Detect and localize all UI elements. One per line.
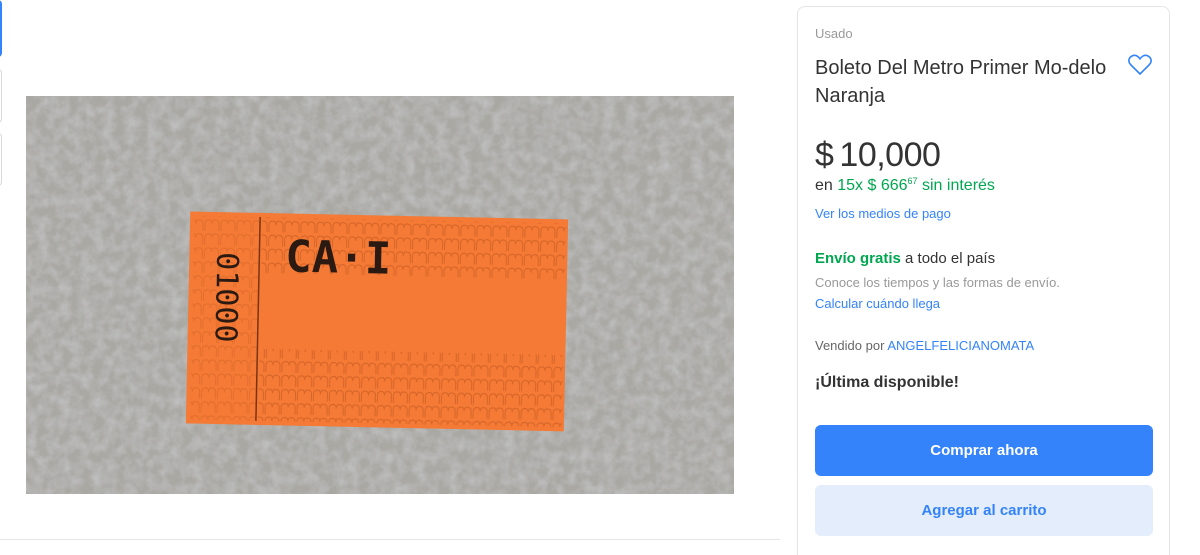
- product-image[interactable]: CA·I 01000: [26, 96, 734, 494]
- heart-icon[interactable]: [1127, 53, 1153, 77]
- shipping-scope: a todo el país: [905, 250, 996, 267]
- condition-label: Usado: [815, 26, 853, 41]
- buy-now-button[interactable]: Comprar ahora: [815, 425, 1153, 476]
- installments: en 15x $ 66667 sin interés: [815, 176, 995, 195]
- seller-info: Vendido por ANGELFELICIANOMATA: [815, 338, 1034, 353]
- thumbnail-3[interactable]: [0, 133, 2, 186]
- shipping-note: Conoce los tiempos y las formas de envío…: [815, 275, 1060, 290]
- shipping-info: Envío gratis a todo el país: [815, 250, 995, 267]
- price: $10,000: [815, 136, 941, 175]
- divider: [0, 539, 780, 540]
- ticket-code: CA·I: [285, 231, 392, 284]
- seller-name-link[interactable]: ANGELFELICIANOMATA: [887, 338, 1034, 353]
- buy-box: Usado Boleto Del Metro Primer Mo-delo Na…: [797, 6, 1170, 555]
- stock-status: ¡Última disponible!: [815, 374, 959, 391]
- add-to-cart-button[interactable]: Agregar al carrito: [815, 485, 1153, 536]
- price-currency: $: [815, 136, 834, 174]
- calculate-delivery-link[interactable]: Calcular cuándo llega: [815, 296, 940, 311]
- installments-prefix: en: [815, 177, 833, 194]
- thumbnail-2[interactable]: [0, 69, 2, 123]
- thumbnail-1[interactable]: [0, 0, 2, 57]
- installments-plan: 15x $ 66667 sin interés: [837, 176, 995, 194]
- ticket-serial: 01000: [208, 252, 245, 343]
- product-title: Boleto Del Metro Primer Mo-delo Naranja: [815, 57, 1107, 107]
- price-amount: 10,000: [839, 136, 941, 174]
- free-shipping: Envío gratis: [815, 250, 901, 267]
- payment-methods-link[interactable]: Ver los medios de pago: [815, 206, 951, 221]
- seller-label: Vendido por: [815, 338, 885, 353]
